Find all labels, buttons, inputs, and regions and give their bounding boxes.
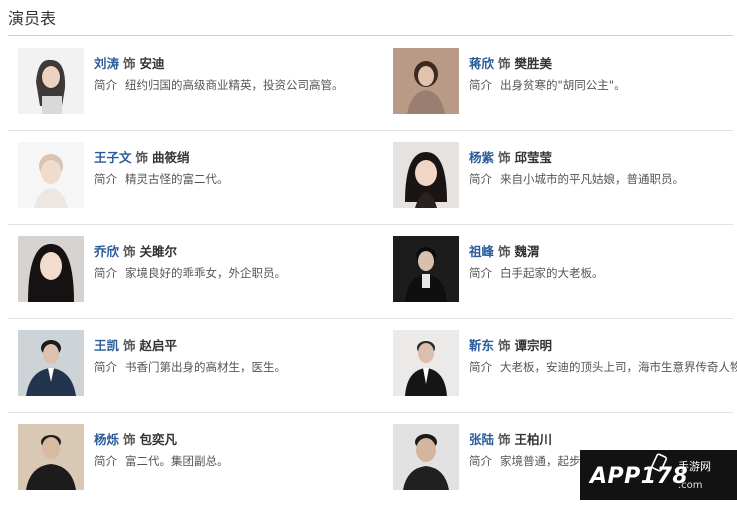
desc-text: 家境良好的乖乖女，外企职员。 <box>125 266 286 280</box>
cast-card[interactable]: 刘涛饰安迪 简介 纽约归国的高级商业精英，投资公司高管。 <box>8 36 368 130</box>
watermark-sub: 手游网 <box>678 460 711 473</box>
name-line: 祖峰饰魏渭 <box>469 241 540 260</box>
name-line: 张陆饰王柏川 <box>469 429 552 448</box>
actor-name-link[interactable]: 杨紫 <box>469 150 494 165</box>
role-name: 魏渭 <box>514 244 540 259</box>
desc-text: 出身贫寒的"胡同公主"。 <box>500 78 626 92</box>
connector: 饰 <box>135 150 149 165</box>
cast-card[interactable]: 王凯饰赵启平 简介 书香门第出身的高材生，医生。 <box>8 318 368 412</box>
desc-text: 书香门第出身的高材生，医生。 <box>125 360 286 374</box>
actor-photo[interactable] <box>393 236 459 302</box>
connector: 饰 <box>498 150 511 165</box>
role-name: 安迪 <box>139 56 165 71</box>
connector: 饰 <box>498 432 511 447</box>
actor-photo[interactable] <box>393 48 459 114</box>
role-name: 谭宗明 <box>514 338 553 353</box>
desc-text: 纽约归国的高级商业精英，投资公司高管。 <box>125 78 344 92</box>
role-name: 关雎尔 <box>139 244 178 259</box>
description: 简介 大老板，安迪的顶头上司，海市生意界传奇人物 <box>469 359 737 375</box>
desc-label: 简介 <box>469 78 492 92</box>
desc-label: 简介 <box>94 78 117 92</box>
description: 简介 富二代。集团副总。 <box>94 453 229 469</box>
role-name: 赵启平 <box>139 338 178 353</box>
connector: 饰 <box>123 432 136 447</box>
actor-photo[interactable] <box>393 142 459 208</box>
actor-photo[interactable] <box>18 236 84 302</box>
name-line: 蒋欣饰樊胜美 <box>469 53 552 72</box>
desc-text: 家境普通，起步 <box>500 454 581 468</box>
connector: 饰 <box>123 56 136 71</box>
description: 简介 家境良好的乖乖女，外企职员。 <box>94 265 286 281</box>
desc-label: 简介 <box>469 172 492 186</box>
role-name: 包奕凡 <box>139 432 178 447</box>
name-line: 杨紫饰邱莹莹 <box>469 147 552 166</box>
desc-label: 简介 <box>94 172 117 186</box>
connector: 饰 <box>123 244 136 259</box>
desc-text: 大老板，安迪的顶头上司，海市生意界传奇人物 <box>500 360 737 374</box>
cast-card[interactable]: 靳东饰谭宗明 简介 大老板，安迪的顶头上司，海市生意界传奇人物 <box>383 318 737 412</box>
role-name: 樊胜美 <box>514 56 553 71</box>
watermark-domain: .com <box>678 480 703 491</box>
role-name: 曲筱绡 <box>152 150 190 165</box>
actor-photo[interactable] <box>18 142 84 208</box>
description: 简介 来自小城市的平凡姑娘，普通职员。 <box>469 171 684 187</box>
desc-text: 富二代。集团副总。 <box>125 454 229 468</box>
watermark-logo-text: APP178 <box>590 464 689 489</box>
cast-card[interactable]: 杨紫饰邱莹莹 简介 来自小城市的平凡姑娘，普通职员。 <box>383 130 737 224</box>
actor-name-link[interactable]: 刘涛 <box>94 56 119 71</box>
description: 简介 书香门第出身的高材生，医生。 <box>94 359 286 375</box>
name-line: 王凯饰赵启平 <box>94 335 177 354</box>
actor-name-link[interactable]: 王子文 <box>94 150 132 165</box>
actor-name-link[interactable]: 乔欣 <box>94 244 119 259</box>
cast-card[interactable]: 祖峰饰魏渭 简介 白手起家的大老板。 <box>383 224 737 318</box>
cast-card[interactable]: 乔欣饰关雎尔 简介 家境良好的乖乖女，外企职员。 <box>8 224 368 318</box>
actor-photo[interactable] <box>18 424 84 490</box>
role-name: 邱莹莹 <box>514 150 553 165</box>
connector: 饰 <box>498 338 511 353</box>
cast-card[interactable]: 蒋欣饰樊胜美 简介 出身贫寒的"胡同公主"。 <box>383 36 737 130</box>
desc-label: 简介 <box>469 360 492 374</box>
desc-text: 精灵古怪的富二代。 <box>125 172 229 186</box>
name-line: 杨烁饰包奕凡 <box>94 429 177 448</box>
desc-text: 白手起家的大老板。 <box>500 266 604 280</box>
actor-name-link[interactable]: 王凯 <box>94 338 119 353</box>
name-line: 王子文饰曲筱绡 <box>94 147 190 166</box>
desc-label: 简介 <box>94 454 117 468</box>
name-line: 乔欣饰关雎尔 <box>94 241 177 260</box>
description: 简介 纽约归国的高级商业精英，投资公司高管。 <box>94 77 344 93</box>
description: 简介 白手起家的大老板。 <box>469 265 604 281</box>
actor-photo[interactable] <box>18 330 84 396</box>
desc-label: 简介 <box>469 266 492 280</box>
site-watermark: APP178 手游网 .com <box>580 450 737 500</box>
cast-row: 刘涛饰安迪 简介 纽约归国的高级商业精英，投资公司高管。 蒋欣饰樊胜美 简介 出身贫… <box>8 36 733 131</box>
role-name: 王柏川 <box>514 432 553 447</box>
desc-label: 简介 <box>94 266 117 280</box>
desc-text: 来自小城市的平凡姑娘，普通职员。 <box>500 172 684 186</box>
cast-row: 乔欣饰关雎尔 简介 家境良好的乖乖女，外企职员。 祖峰饰魏渭 简介 白手起家的大老板… <box>8 224 733 319</box>
actor-name-link[interactable]: 靳东 <box>469 338 494 353</box>
name-line: 刘涛饰安迪 <box>94 53 165 72</box>
actor-name-link[interactable]: 张陆 <box>469 432 494 447</box>
actor-name-link[interactable]: 祖峰 <box>469 244 494 259</box>
name-line: 靳东饰谭宗明 <box>469 335 552 354</box>
game-controller-icon <box>651 453 668 472</box>
cast-row: 王子文饰曲筱绡 简介 精灵古怪的富二代。 杨紫饰邱莹莹 简介 来自小城市的平凡姑娘，… <box>8 130 733 225</box>
actor-photo[interactable] <box>393 424 459 490</box>
cast-card[interactable]: 王子文饰曲筱绡 简介 精灵古怪的富二代。 <box>8 130 368 224</box>
desc-label: 简介 <box>469 454 492 468</box>
actor-photo[interactable] <box>393 330 459 396</box>
description: 简介 家境普通，起步 <box>469 453 581 469</box>
description: 简介 出身贫寒的"胡同公主"。 <box>469 77 626 93</box>
actor-name-link[interactable]: 蒋欣 <box>469 56 494 71</box>
connector: 饰 <box>123 338 136 353</box>
cast-row: 王凯饰赵启平 简介 书香门第出身的高材生，医生。 靳东饰谭宗明 简介 大老板，安迪的… <box>8 318 737 413</box>
actor-name-link[interactable]: 杨烁 <box>94 432 119 447</box>
cast-card[interactable]: 杨烁饰包奕凡 简介 富二代。集团副总。 <box>8 412 368 506</box>
page-title: 演员表 <box>8 9 57 28</box>
description: 简介 精灵古怪的富二代。 <box>94 171 229 187</box>
desc-label: 简介 <box>94 360 117 374</box>
connector: 饰 <box>498 244 511 259</box>
connector: 饰 <box>498 56 511 71</box>
actor-photo[interactable] <box>18 48 84 114</box>
